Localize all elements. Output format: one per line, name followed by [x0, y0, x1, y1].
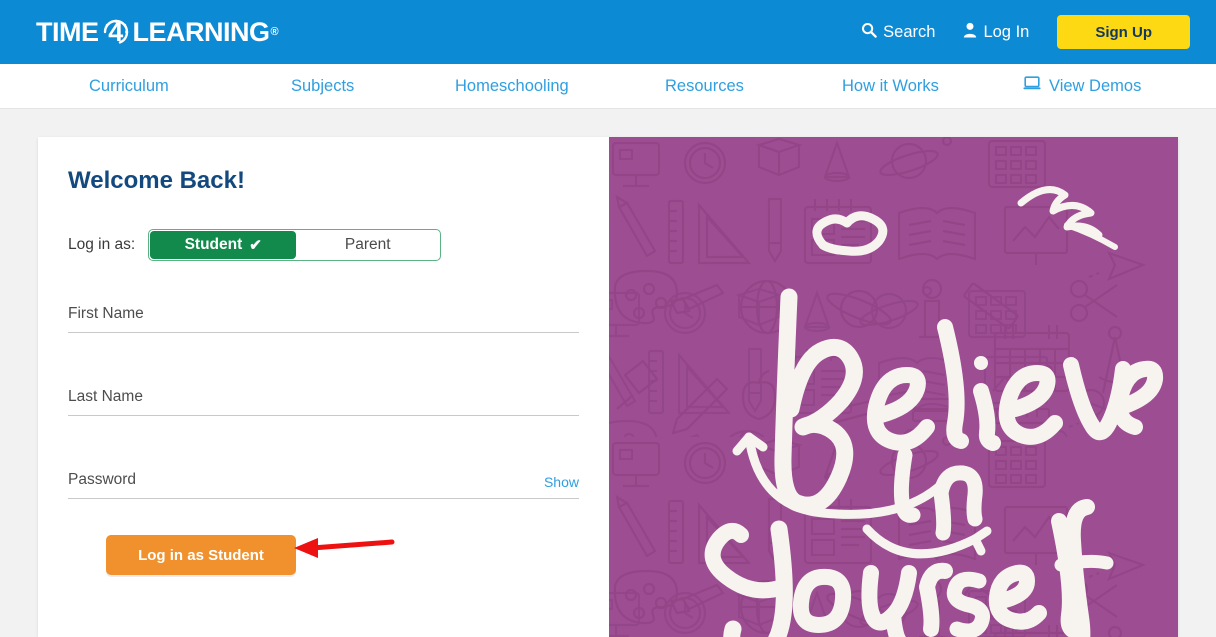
show-password-toggle[interactable]: Show	[544, 474, 579, 490]
main-navigation: Curriculum Subjects Homeschooling Resour…	[0, 64, 1216, 109]
first-name-underline	[68, 332, 579, 333]
nav-item-how-it-works[interactable]: How it Works	[842, 64, 939, 108]
nav-label: Subjects	[291, 76, 355, 95]
nav-item-curriculum[interactable]: Curriculum	[89, 64, 169, 108]
login-as-row: Log in as: Student ✔ Parent	[68, 229, 442, 261]
role-toggle[interactable]: Student ✔ Parent	[148, 229, 442, 261]
last-name-field[interactable]: Last Name	[68, 388, 579, 416]
promo-headline	[704, 186, 1164, 637]
password-label: Password	[68, 471, 137, 488]
password-field[interactable]: Password Show	[68, 471, 579, 499]
login-submit-button[interactable]: Log in as Student	[106, 535, 296, 575]
nav-item-view-demos[interactable]: View Demos	[1023, 64, 1141, 108]
page-title: Welcome Back!	[68, 167, 245, 194]
nav-item-subjects[interactable]: Subjects	[291, 64, 354, 108]
last-name-label: Last Name	[68, 388, 143, 405]
role-toggle-parent[interactable]: Parent	[296, 231, 439, 259]
signup-button[interactable]: Sign Up	[1057, 15, 1190, 49]
login-card: Welcome Back! Log in as: Student ✔ Paren…	[38, 137, 1178, 637]
header-actions: Search Log In Sign Up	[861, 0, 1216, 64]
logo-registered-mark: ®	[270, 26, 279, 38]
logo-text-time: TIME	[36, 16, 99, 47]
role-toggle-student[interactable]: Student ✔	[150, 231, 297, 259]
user-icon	[963, 22, 977, 43]
login-form-panel: Welcome Back! Log in as: Student ✔ Paren…	[38, 137, 609, 637]
login-as-label: Log in as:	[68, 236, 136, 253]
nav-label: View Demos	[1049, 76, 1142, 95]
last-name-underline	[68, 415, 579, 416]
nav-label: Homeschooling	[455, 76, 569, 95]
page-body: Welcome Back! Log in as: Student ✔ Paren…	[0, 109, 1216, 637]
nav-item-resources[interactable]: Resources	[665, 64, 744, 108]
nav-item-homeschooling[interactable]: Homeschooling	[455, 64, 569, 108]
nav-label: Resources	[665, 76, 744, 95]
first-name-field[interactable]: First Name	[68, 305, 579, 333]
search-icon	[861, 22, 877, 43]
logo-digit-four: 4	[108, 16, 123, 47]
login-label: Log In	[983, 22, 1030, 41]
search-label: Search	[883, 22, 936, 41]
site-logo[interactable]: TIME 4 LEARNING ®	[36, 14, 279, 50]
site-header: TIME 4 LEARNING ® Search Log In Sign Up	[0, 0, 1216, 64]
role-toggle-student-label: Student	[184, 236, 243, 253]
nav-label: How it Works	[842, 76, 939, 95]
password-underline	[68, 498, 579, 499]
role-toggle-parent-label: Parent	[344, 236, 391, 253]
promo-panel	[609, 137, 1178, 637]
search-button[interactable]: Search	[861, 22, 935, 43]
laptop-icon	[1023, 76, 1041, 96]
first-name-label: First Name	[68, 305, 144, 322]
nav-label: Curriculum	[89, 76, 169, 95]
logo-text-learning: LEARNING	[132, 16, 271, 47]
check-icon: ✔	[249, 237, 262, 254]
login-button[interactable]: Log In	[963, 22, 1029, 43]
logo-clock-mark: 4	[100, 16, 132, 48]
